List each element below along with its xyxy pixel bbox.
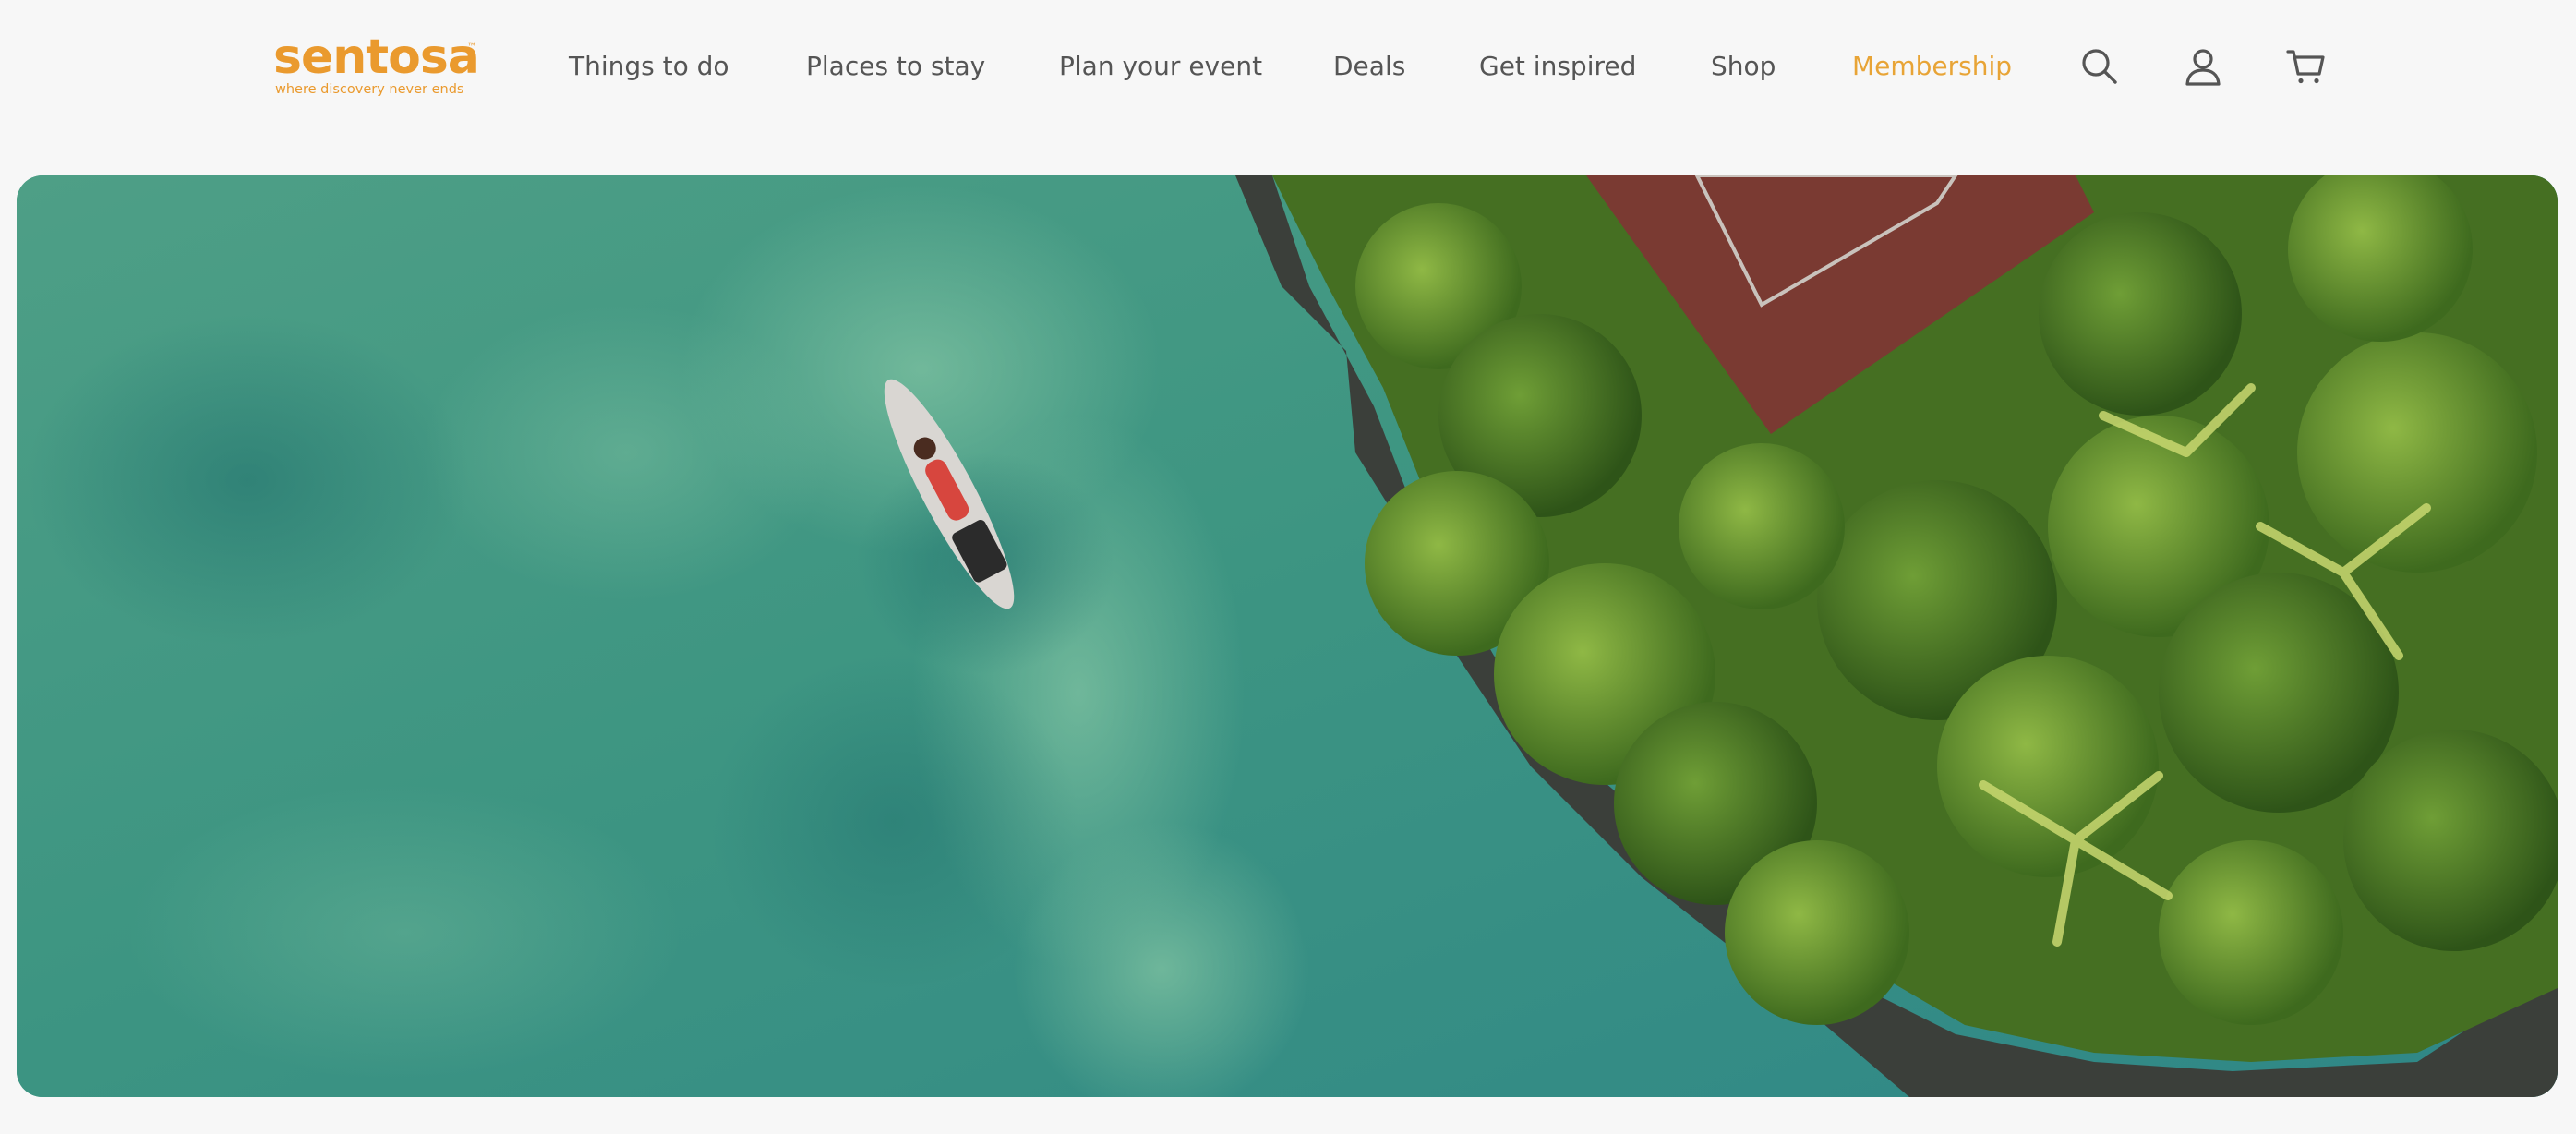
logo-tagline: where discovery never ends: [275, 82, 464, 97]
user-icon[interactable]: [2181, 44, 2225, 89]
logo-wordmark: sentosa: [273, 30, 480, 85]
nav-things-to-do[interactable]: Things to do: [569, 46, 729, 87]
sentosa-logo[interactable]: sentosa ™ where discovery never ends: [273, 30, 486, 103]
hero-banner: [17, 175, 2558, 1097]
nav-membership[interactable]: Membership: [1852, 46, 2012, 87]
logo-trademark: ™: [467, 42, 476, 53]
site-header: sentosa ™ where discovery never ends Thi…: [0, 0, 2576, 175]
hero-aerial-image: [17, 175, 2558, 1097]
nav-get-inspired[interactable]: Get inspired: [1479, 46, 1636, 87]
cart-icon[interactable]: [2284, 44, 2329, 89]
nav-deals[interactable]: Deals: [1333, 46, 1405, 87]
nav-places-to-stay[interactable]: Places to stay: [806, 46, 985, 87]
search-icon[interactable]: [2077, 44, 2122, 89]
nav-shop[interactable]: Shop: [1711, 46, 1776, 87]
nav-plan-your-event[interactable]: Plan your event: [1059, 46, 1262, 87]
